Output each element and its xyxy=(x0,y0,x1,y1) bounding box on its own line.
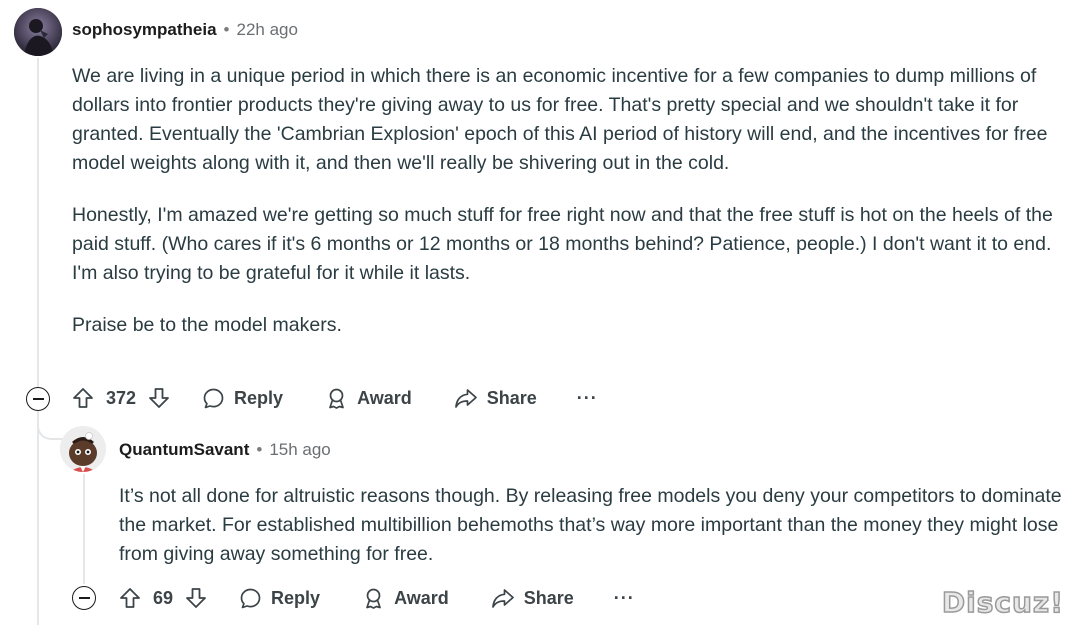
avatar[interactable] xyxy=(60,426,106,472)
meta-separator: • xyxy=(256,440,263,459)
more-options-button[interactable]: ··· xyxy=(577,388,598,409)
downvote-icon[interactable] xyxy=(148,387,170,409)
comment-body: It’s not all done for altruistic reasons… xyxy=(119,482,1064,592)
share-icon xyxy=(491,588,514,608)
reply-label: Reply xyxy=(271,587,321,608)
share-label: Share xyxy=(486,387,537,408)
vote-count: 69 xyxy=(153,587,174,608)
timestamp[interactable]: 15h ago xyxy=(269,440,330,460)
upvote-icon[interactable] xyxy=(72,387,94,409)
meta-separator: • xyxy=(223,20,230,39)
upvote-icon[interactable] xyxy=(119,587,141,609)
comment-paragraph: Honestly, I'm amazed we're getting so mu… xyxy=(72,204,1053,284)
reply-button[interactable]: Reply xyxy=(202,387,283,410)
collapse-icon xyxy=(32,398,44,400)
share-label: Share xyxy=(523,587,574,608)
share-button[interactable]: Share xyxy=(454,387,537,410)
share-icon xyxy=(454,388,477,408)
username[interactable]: QuantumSavant xyxy=(119,440,249,460)
username[interactable]: sophosympatheia xyxy=(72,20,217,40)
comment-meta: QuantumSavant • 15h ago xyxy=(119,440,331,460)
thread-line-lower xyxy=(37,410,39,625)
comment-paragraph: We are living in a unique period in whic… xyxy=(72,65,1048,174)
avatar[interactable] xyxy=(14,8,62,56)
comment-action-bar: 69 Reply Award Share ··· xyxy=(119,581,635,615)
award-button[interactable]: Award xyxy=(325,387,412,410)
award-icon xyxy=(366,588,381,609)
award-button[interactable]: Award xyxy=(362,587,449,610)
share-button[interactable]: Share xyxy=(491,587,574,610)
downvote-icon[interactable] xyxy=(185,587,207,609)
watermark: Discuz! xyxy=(941,585,1064,620)
comment-paragraph: Praise be to the model makers. xyxy=(72,314,342,336)
reply-label: Reply xyxy=(234,387,284,408)
comment-body: We are living in a unique period in whic… xyxy=(72,62,1062,363)
award-label: Award xyxy=(394,587,449,608)
more-options-button[interactable]: ··· xyxy=(614,588,635,609)
collapse-button[interactable] xyxy=(26,387,50,411)
comment-meta: sophosympatheia • 22h ago xyxy=(72,20,298,40)
comment-icon xyxy=(240,588,261,608)
thread-line-main xyxy=(37,58,39,388)
thread-connector xyxy=(37,410,63,440)
vote-count: 372 xyxy=(106,387,137,408)
award-label: Award xyxy=(357,387,412,408)
collapse-icon xyxy=(78,597,90,599)
vote-group: 69 xyxy=(119,587,207,609)
thread-line-reply xyxy=(83,474,85,584)
comment-paragraph: It’s not all done for altruistic reasons… xyxy=(119,485,1062,565)
collapse-button[interactable] xyxy=(72,586,96,610)
reply-button[interactable]: Reply xyxy=(239,587,320,610)
vote-group: 372 xyxy=(72,387,170,409)
comment-action-bar: 372 Reply Award Share ··· xyxy=(72,381,598,415)
timestamp[interactable]: 22h ago xyxy=(237,20,298,40)
award-icon xyxy=(329,388,344,409)
comment-icon xyxy=(203,388,224,408)
